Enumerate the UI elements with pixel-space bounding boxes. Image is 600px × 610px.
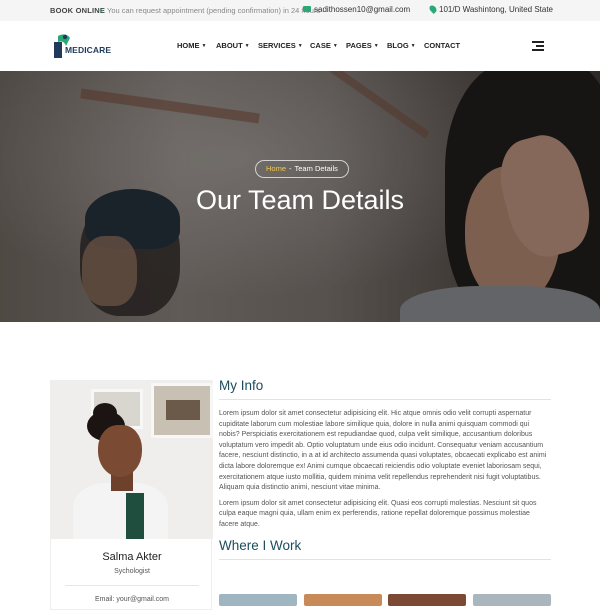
photo-decor xyxy=(73,483,168,539)
appointment-note: You can request appointment (pending con… xyxy=(107,6,321,15)
chevron-down-icon: ▼ xyxy=(244,43,250,49)
breadcrumb: Home - Team Details xyxy=(255,160,349,178)
nav-label: CASE xyxy=(310,41,331,50)
nav-item-case[interactable]: CASE ▼ xyxy=(310,41,338,50)
nav-label: CONTACT xyxy=(424,41,461,50)
member-name: Salma Akter xyxy=(102,551,162,563)
hamburger-icon-line xyxy=(532,41,544,43)
divider xyxy=(219,558,551,560)
nav-label: ABOUT xyxy=(216,41,243,50)
hamburger-icon-line xyxy=(536,45,544,47)
nav-label: HOME xyxy=(177,41,200,50)
team-member-photo xyxy=(51,381,213,539)
my-info-heading: My Info xyxy=(219,378,264,393)
info-paragraph-2: Lorem ipsum dolor sit amet consectetur a… xyxy=(219,499,537,528)
breadcrumb-current: Team Details xyxy=(294,164,338,173)
envelope-icon xyxy=(303,6,311,12)
menu-toggle-button[interactable] xyxy=(532,41,544,51)
info-paragraph-1: Lorem ipsum dolor sit amet consectetur a… xyxy=(219,410,547,492)
map-pin-icon xyxy=(428,4,438,14)
hamburger-icon-line xyxy=(532,49,544,51)
breadcrumb-home-link[interactable]: Home xyxy=(266,164,286,173)
where-i-work-heading: Where I Work xyxy=(219,537,302,553)
nav-item-contact[interactable]: CONTACT xyxy=(424,41,460,50)
work-thumbnail[interactable] xyxy=(219,594,297,606)
work-gallery xyxy=(219,594,551,606)
team-member-card: Salma Akter Sychologist Email: your@gmai… xyxy=(50,380,213,610)
site-header: MEDICARE HOME ▼ ABOUT ▼ SERVICES ▼ CASE ▼ PA… xyxy=(0,21,600,71)
page-banner: Home - Team Details Our Team Details xyxy=(0,71,600,322)
work-thumbnail[interactable] xyxy=(388,594,466,606)
nav-label: BLOG xyxy=(387,41,409,50)
photo-decor xyxy=(151,383,213,438)
work-thumbnail[interactable] xyxy=(304,594,382,606)
site-logo[interactable]: MEDICARE xyxy=(52,32,112,60)
nav-label: SERVICES xyxy=(258,41,296,50)
chevron-down-icon: ▼ xyxy=(332,43,338,49)
contact-email-link[interactable]: sadithossen10@gmail.com xyxy=(314,5,410,14)
chevron-down-icon: ▼ xyxy=(373,43,379,49)
member-info: My Info Lorem ipsum dolor sit amet conse… xyxy=(219,378,551,569)
nav-item-blog[interactable]: BLOG ▼ xyxy=(387,41,416,50)
arrow-right-icon: → xyxy=(96,4,105,14)
page-title: Our Team Details xyxy=(195,185,405,215)
contact-address: 101/D Washintong, United State xyxy=(439,5,553,14)
nav-item-pages[interactable]: PAGES ▼ xyxy=(346,41,379,50)
work-thumbnail[interactable] xyxy=(473,594,551,606)
nav-item-about[interactable]: ABOUT ▼ xyxy=(216,41,250,50)
nav-item-home[interactable]: HOME ▼ xyxy=(177,41,206,50)
breadcrumb-separator: - xyxy=(289,164,292,173)
chevron-down-icon: ▼ xyxy=(201,43,207,49)
divider xyxy=(65,585,199,586)
member-role: Sychologist xyxy=(114,568,150,575)
logo-text: MEDICARE xyxy=(65,45,112,55)
photo-decor xyxy=(98,425,142,477)
photo-decor xyxy=(126,493,144,539)
chevron-down-icon: ▼ xyxy=(410,43,416,49)
nav-label: PAGES xyxy=(346,41,372,50)
top-bar: BOOK ONLINE → You can request appointmen… xyxy=(0,0,600,21)
nav-item-services[interactable]: SERVICES ▼ xyxy=(258,41,303,50)
divider xyxy=(219,399,551,400)
chevron-down-icon: ▼ xyxy=(297,43,303,49)
